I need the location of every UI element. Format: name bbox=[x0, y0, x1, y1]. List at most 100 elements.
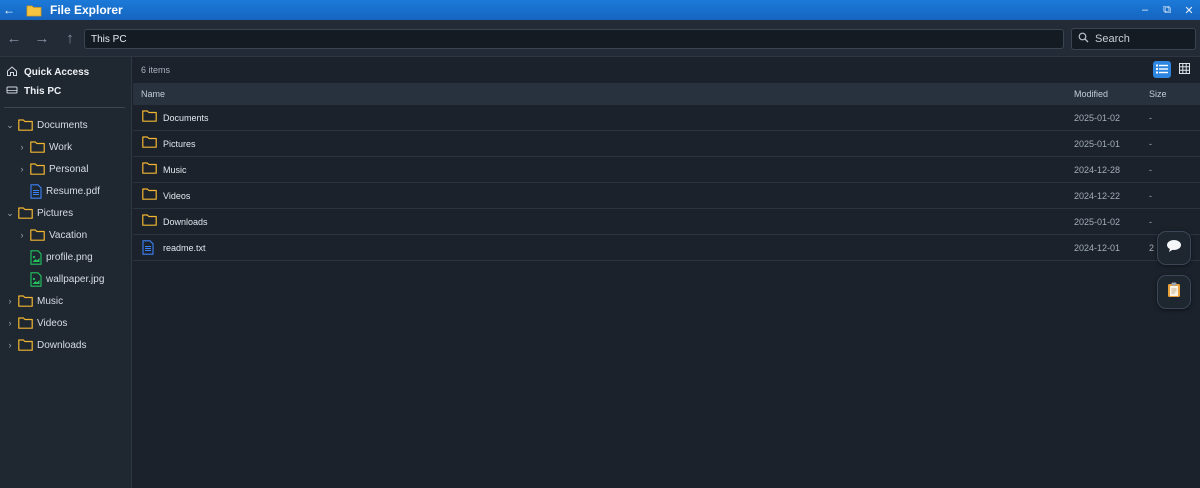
clipboard-button[interactable] bbox=[1157, 275, 1191, 309]
tree-item-vacation[interactable]: › Vacation bbox=[17, 225, 87, 245]
cell-name: Videos bbox=[163, 191, 191, 201]
tree-item-label: Music bbox=[37, 295, 64, 307]
folder-icon bbox=[18, 207, 33, 219]
folder-icon bbox=[18, 317, 33, 329]
tree-item-pictures[interactable]: ⌄ Pictures bbox=[5, 203, 73, 223]
folder-icon bbox=[30, 163, 45, 175]
cell-modified: 2024-12-01 bbox=[1074, 243, 1121, 253]
file-image-icon bbox=[30, 271, 42, 287]
folder-icon bbox=[142, 162, 157, 176]
tree-item-label: profile.png bbox=[46, 251, 93, 263]
folder-icon bbox=[142, 188, 157, 202]
cell-size: - bbox=[1149, 139, 1152, 149]
tree-item-profile-png[interactable]: profile.png bbox=[17, 247, 93, 267]
folder-icon bbox=[18, 339, 33, 351]
list-view-button[interactable] bbox=[1153, 61, 1171, 78]
tree-item-label: Documents bbox=[37, 119, 88, 131]
chevron-down-icon[interactable]: ⌄ bbox=[5, 208, 15, 219]
column-modified[interactable]: Modified bbox=[1074, 89, 1108, 99]
column-header: Name Modified Size bbox=[133, 83, 1200, 105]
grid-view-button[interactable] bbox=[1175, 61, 1193, 78]
folder-icon bbox=[18, 295, 33, 307]
tree-item-label: Personal bbox=[49, 163, 89, 175]
cell-modified: 2024-12-22 bbox=[1074, 191, 1121, 201]
folder-icon bbox=[30, 141, 45, 153]
title-back-button[interactable]: ← bbox=[0, 0, 18, 20]
chevron-right-icon[interactable]: › bbox=[17, 230, 27, 240]
back-button[interactable]: ← bbox=[0, 24, 28, 52]
table-row[interactable]: Pictures 2025-01-01 - bbox=[133, 131, 1200, 157]
chevron-right-icon[interactable]: › bbox=[5, 318, 15, 328]
cell-size: - bbox=[1149, 217, 1152, 227]
chevron-right-icon[interactable]: › bbox=[5, 296, 15, 306]
title-bar: ← File Explorer – ⧉ ✕ bbox=[0, 0, 1200, 20]
tree-item-label: Vacation bbox=[49, 229, 88, 241]
grid-view-icon bbox=[1178, 61, 1190, 79]
tree-item-label: wallpaper.jpg bbox=[46, 273, 105, 285]
tree-item-wallpaper-jpg[interactable]: wallpaper.jpg bbox=[17, 269, 104, 289]
clipboard-icon bbox=[1167, 282, 1181, 303]
table-row[interactable]: Videos 2024-12-22 - bbox=[133, 183, 1200, 209]
cell-name: Music bbox=[163, 165, 187, 175]
home-icon bbox=[6, 65, 18, 80]
chevron-right-icon[interactable]: › bbox=[17, 164, 27, 174]
cell-modified: 2024-12-28 bbox=[1074, 165, 1121, 175]
tree-item-videos[interactable]: › Videos bbox=[5, 313, 67, 333]
close-button[interactable]: ✕ bbox=[1178, 0, 1200, 20]
item-count: 6 items bbox=[141, 64, 171, 75]
chat-icon bbox=[1166, 239, 1182, 258]
file-image-icon bbox=[30, 249, 42, 265]
list-view-icon bbox=[1156, 61, 1168, 79]
tree-item-label: Resume.pdf bbox=[46, 185, 100, 197]
tree-item-label: Pictures bbox=[37, 207, 74, 219]
chevron-down-icon[interactable]: ⌄ bbox=[5, 120, 15, 131]
table-row[interactable]: Music 2024-12-28 - bbox=[133, 157, 1200, 183]
sidebar-item-this-pc[interactable]: This PC bbox=[0, 82, 132, 100]
toolbar: ← → ↑ This PC Search bbox=[0, 20, 1200, 57]
address-bar[interactable]: This PC bbox=[84, 29, 1064, 49]
sidebar-divider bbox=[4, 107, 125, 108]
chat-button[interactable] bbox=[1157, 231, 1191, 265]
cell-size: 2 bbox=[1149, 243, 1155, 253]
forward-button[interactable]: → bbox=[28, 24, 56, 52]
folder-icon bbox=[30, 229, 45, 241]
search-input[interactable]: Search bbox=[1095, 33, 1130, 45]
cell-size: - bbox=[1149, 191, 1152, 201]
cell-modified: 2025-01-01 bbox=[1074, 139, 1121, 149]
chevron-right-icon[interactable]: › bbox=[5, 340, 15, 350]
column-size[interactable]: Size bbox=[1149, 89, 1167, 99]
cell-name: readme.txt bbox=[163, 243, 206, 253]
tree-item-work[interactable]: › Work bbox=[17, 137, 72, 157]
sidebar-item-quick-access[interactable]: Quick Access bbox=[0, 63, 132, 81]
file-doc-icon bbox=[142, 240, 154, 257]
column-name[interactable]: Name bbox=[141, 89, 165, 99]
folder-icon bbox=[142, 110, 157, 124]
window-title: File Explorer bbox=[50, 3, 123, 17]
tree-item-label: Downloads bbox=[37, 339, 87, 351]
sidebar-item-label: This PC bbox=[24, 85, 62, 97]
folder-icon bbox=[26, 4, 42, 17]
tree-item-label: Work bbox=[49, 141, 73, 153]
folder-icon bbox=[18, 119, 33, 131]
cell-name: Downloads bbox=[163, 217, 208, 227]
cell-modified: 2025-01-02 bbox=[1074, 217, 1121, 227]
cell-modified: 2025-01-02 bbox=[1074, 113, 1121, 123]
folder-icon bbox=[142, 136, 157, 150]
cell-size: - bbox=[1149, 113, 1152, 123]
table-row[interactable]: readme.txt 2024-12-01 2 bbox=[133, 235, 1200, 261]
maximize-button[interactable]: ⧉ bbox=[1156, 0, 1178, 20]
search-icon bbox=[1078, 30, 1089, 48]
tree-item-resume-pdf[interactable]: Resume.pdf bbox=[17, 181, 100, 201]
up-button[interactable]: ↑ bbox=[56, 24, 84, 52]
tree-item-documents[interactable]: ⌄ Documents bbox=[5, 115, 88, 135]
tree-item-music[interactable]: › Music bbox=[5, 291, 63, 311]
minimize-button[interactable]: – bbox=[1134, 0, 1156, 20]
tree-item-personal[interactable]: › Personal bbox=[17, 159, 88, 179]
table-row[interactable]: Documents 2025-01-02 - bbox=[133, 105, 1200, 131]
search-box[interactable]: Search bbox=[1071, 28, 1196, 50]
sidebar-item-label: Quick Access bbox=[24, 66, 90, 78]
table-row[interactable]: Downloads 2025-01-02 - bbox=[133, 209, 1200, 235]
chevron-right-icon[interactable]: › bbox=[17, 142, 27, 152]
tree-item-downloads[interactable]: › Downloads bbox=[5, 335, 86, 355]
folder-icon bbox=[142, 214, 157, 228]
